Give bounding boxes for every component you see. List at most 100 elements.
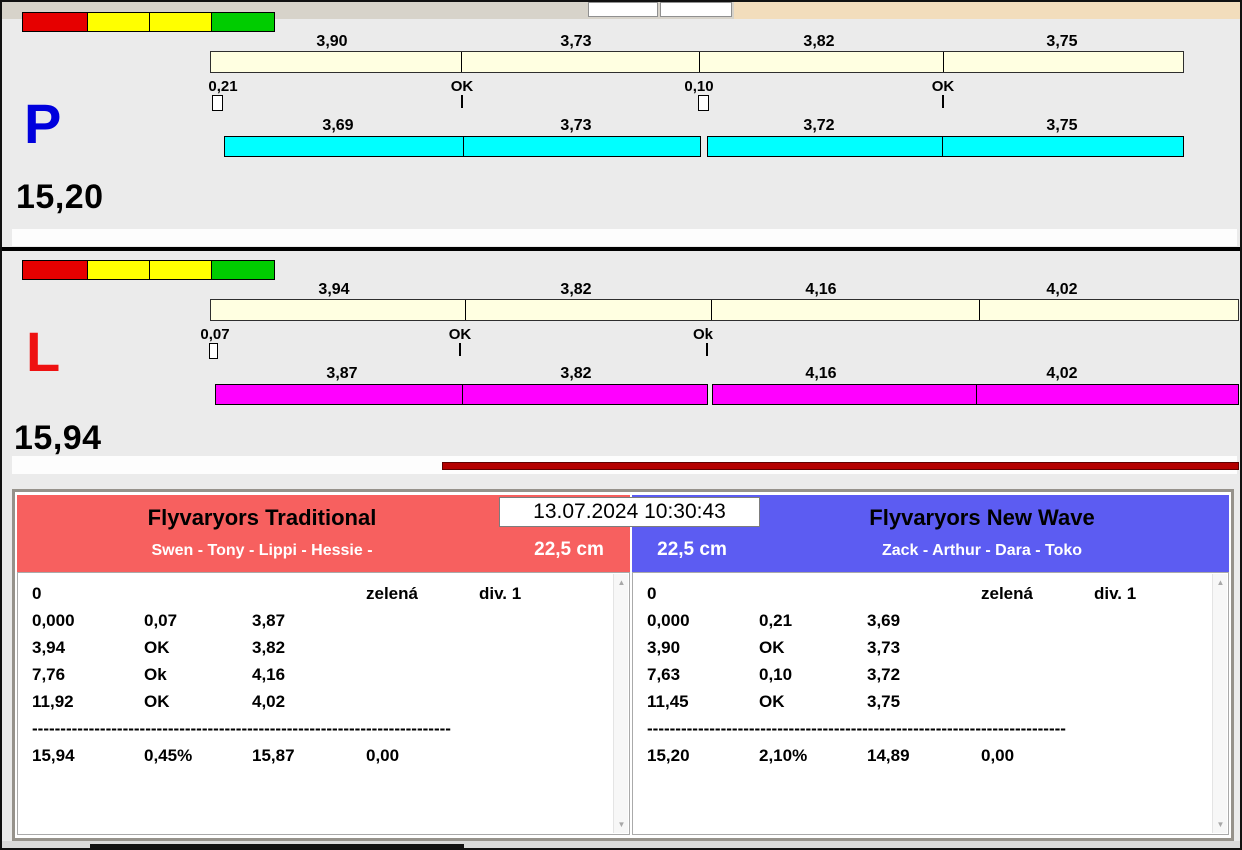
result-cell: 3,90 [647, 638, 681, 657]
titlebar-box [660, 2, 732, 17]
board-size-label: 22,5 cm [534, 539, 604, 560]
checkpoint-label: Ok [692, 326, 714, 343]
result-cell: 0 [647, 584, 657, 603]
bar-tick [460, 52, 462, 72]
bar-tick [462, 385, 464, 404]
result-cell: div. 1 [479, 584, 522, 603]
split-time-label: 3,82 [560, 281, 592, 298]
bar-tick [942, 137, 944, 156]
result-cell: OK [759, 692, 785, 711]
scroll-down-arrow[interactable]: ▼ [1214, 817, 1227, 832]
scrollbar[interactable]: ▲ ▼ [1212, 574, 1227, 833]
lane-total-time: 15,20 [16, 178, 104, 216]
separator-row: ----------------------------------------… [647, 719, 1066, 738]
checkpoint-label: OK [931, 78, 955, 95]
scroll-up-arrow[interactable]: ▲ [1214, 575, 1227, 590]
result-cell [252, 584, 366, 611]
race-progress-bar [442, 462, 1239, 470]
result-row: 11,92 OK 4,02 [32, 692, 609, 719]
taskbar-fragment [90, 844, 464, 848]
split-time-label: 3,73 [560, 33, 592, 50]
lane-total-time: 15,94 [14, 419, 102, 457]
result-cell: 14,89 [867, 746, 910, 765]
result-cell: 3,72 [867, 665, 901, 684]
checkpoint-tick [459, 343, 461, 356]
board-size-label: 22,5 cm [657, 539, 727, 560]
result-row: 0,000 0,21 3,69 [647, 611, 1208, 638]
result-cell: 7,76 [32, 665, 66, 684]
result-cell: 3,73 [867, 638, 901, 657]
result-cell: 0,10 [759, 665, 793, 684]
background-window-edge [734, 2, 1240, 19]
result-cell: 15,20 [647, 746, 690, 765]
bar-tick [711, 300, 713, 320]
result-cell: 4,16 [252, 665, 286, 684]
checkpoint-label: OK [448, 326, 472, 343]
results-text-right[interactable]: 0 zelená div. 1 0,000 0,21 3,69 3,90 OK … [632, 572, 1229, 835]
scrollbar[interactable]: ▲ ▼ [613, 574, 628, 833]
results-text-left[interactable]: 0 zelená div. 1 0,000 0,07 3,87 3,94 OK … [17, 572, 630, 835]
result-cell: 11,45 [647, 692, 689, 711]
result-row: 0 zelená div. 1 [647, 584, 1208, 611]
result-cell: zelená [366, 584, 418, 603]
result-cell [759, 584, 867, 611]
result-cell [144, 584, 252, 611]
checkpoint-label: OK [450, 78, 474, 95]
separator-row: ----------------------------------------… [32, 719, 451, 738]
checkpoint-label: 0,07 [200, 326, 230, 343]
result-cell: 3,94 [32, 638, 66, 657]
result-cell: Ok [144, 665, 167, 684]
checkpoint-marker-square [698, 95, 709, 111]
bar-tick [464, 300, 466, 320]
summary-row: 15,94 0,45% 15,87 0,00 [32, 746, 609, 773]
result-cell: 11,92 [32, 692, 74, 711]
result-cell: 0 [32, 584, 42, 603]
bar-tick [942, 52, 944, 72]
result-row: 7,76 Ok 4,16 [32, 665, 609, 692]
bar-tick [698, 52, 700, 72]
split-time-label: 3,75 [1046, 117, 1078, 134]
result-cell: OK [144, 692, 170, 711]
scroll-up-arrow[interactable]: ▲ [615, 575, 628, 590]
lap-bar-segment [224, 136, 701, 157]
result-cell: 2,10% [759, 746, 808, 765]
indicator-yellow-segment [88, 13, 150, 31]
split-time-label: 3,72 [803, 117, 835, 134]
result-cell: 3,82 [252, 638, 286, 657]
split-time-label: 3,73 [560, 117, 592, 134]
result-cell: 3,69 [867, 611, 901, 630]
bar-tick [462, 137, 464, 156]
result-row: 7,63 0,10 3,72 [647, 665, 1208, 692]
result-cell: 0,00 [981, 746, 1015, 765]
split-time-label: 3,75 [1046, 33, 1078, 50]
result-cell: 0,000 [647, 611, 690, 630]
team-name: Flyvaryors New Wave [869, 505, 1095, 530]
indicator-green-segment [211, 261, 275, 279]
indicator-yellow-segment [150, 261, 212, 279]
result-cell: 7,63 [647, 665, 681, 684]
team-members: Swen - Tony - Lippi - Hessie - [151, 542, 373, 559]
bar-tick [975, 385, 977, 404]
result-cell: OK [759, 638, 785, 657]
traffic-light-indicator [22, 12, 275, 32]
checkpoint-tick [706, 343, 708, 356]
scroll-down-arrow[interactable]: ▼ [615, 817, 628, 832]
lap-bar-segment [707, 136, 1184, 157]
result-cell: 15,87 [252, 746, 295, 765]
result-row: 0 zelená div. 1 [32, 584, 609, 611]
traffic-light-indicator [22, 260, 275, 280]
result-cell [867, 584, 981, 611]
checkpoint-marker-square [209, 343, 218, 359]
total-time-bar [210, 299, 1239, 321]
result-cell: 0,21 [759, 611, 793, 630]
result-row: 3,94 OK 3,82 [32, 638, 609, 665]
result-cell: 15,94 [32, 746, 75, 765]
result-cell: 3,75 [867, 692, 901, 711]
indicator-yellow-segment [150, 13, 212, 31]
result-cell: div. 1 [1094, 584, 1137, 603]
result-row: 11,45 OK 3,75 [647, 692, 1208, 719]
result-cell: 3,87 [252, 611, 286, 630]
split-time-label: 4,16 [805, 281, 837, 298]
lap-bar-segment [712, 384, 1239, 405]
result-cell: 0,00 [366, 746, 400, 765]
